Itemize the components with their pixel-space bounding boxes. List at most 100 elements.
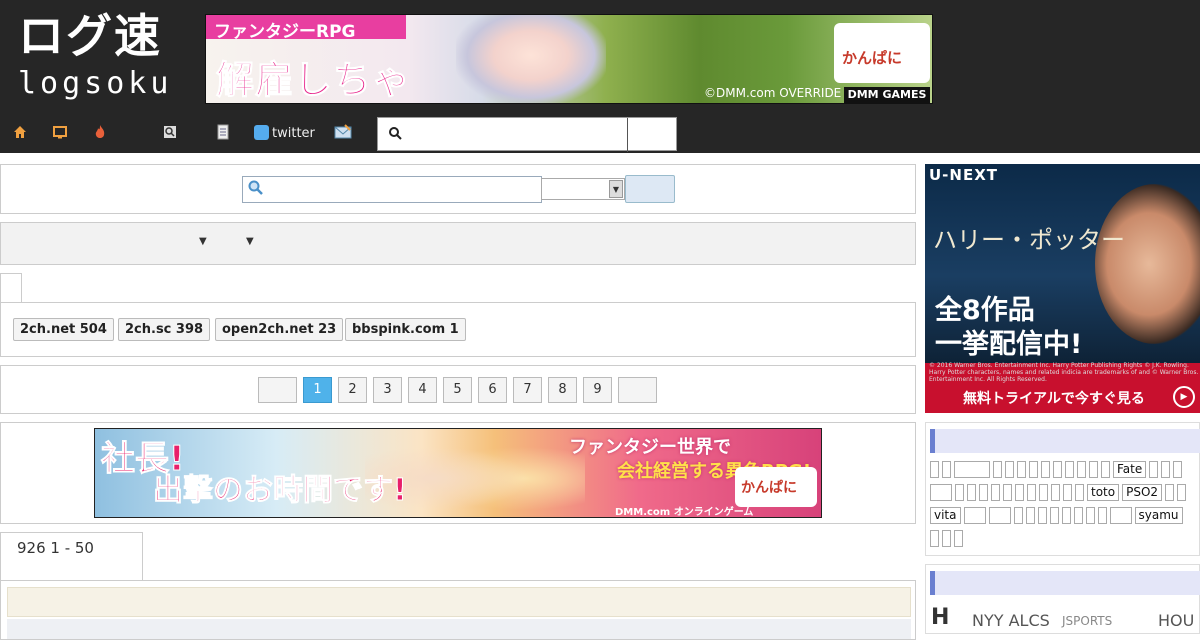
tag-item[interactable] [1029,461,1038,478]
tag-item[interactable] [1015,484,1024,501]
page-1[interactable]: 1 [303,377,332,403]
tag-item[interactable] [1063,484,1072,501]
tag-item[interactable] [1005,461,1014,478]
tag-item[interactable] [1089,461,1098,478]
fire-icon[interactable] [90,124,110,144]
tag-item[interactable] [954,530,963,547]
page-4[interactable]: 4 [408,377,437,403]
tag-item[interactable] [1065,461,1074,478]
tag-item[interactable] [1097,507,1107,524]
tag-item[interactable] [1061,507,1071,524]
tag-item[interactable] [1165,484,1175,501]
page-6[interactable]: 6 [478,377,507,403]
filter-dropdown-2-chevron-icon[interactable]: ▼ [246,236,254,247]
page-7[interactable]: 7 [513,377,542,403]
tag-item[interactable] [1039,484,1048,501]
banner-headline: 解雇しちゃ [215,58,412,103]
tag-item[interactable] [930,461,939,478]
page-9[interactable]: 9 [583,377,612,403]
pagination-next[interactable] [618,377,657,403]
top-ad-banner[interactable]: ファンタジーRPG 解雇しちゃ かんぱに ©DMM.com OVERRIDE D… [205,14,933,104]
side-news-item-2[interactable]: JSPORTS [1062,614,1112,628]
tag-item[interactable] [1017,461,1026,478]
tag-item[interactable] [1053,461,1062,478]
tag-item[interactable] [1013,507,1023,524]
page-5[interactable]: 5 [443,377,472,403]
side-tag-cloud: Fate toto PSO2 vita syamu [925,422,1200,556]
tag-item[interactable] [1085,507,1095,524]
table-row[interactable] [7,587,911,617]
header-search-icon [388,126,402,144]
tag-item[interactable] [1003,484,1012,501]
tag-item[interactable] [988,507,1011,524]
pagination-prev[interactable] [258,377,297,403]
tag-item[interactable] [942,461,951,478]
main-search-input[interactable] [242,176,542,203]
tag-item[interactable] [979,484,988,501]
side-ad-cta: 無料トライアルで今すぐ見る [963,391,1145,407]
tag-pso2[interactable]: PSO2 [1122,484,1163,501]
home-icon[interactable] [10,124,30,144]
results-tab[interactable]: 926 1 - 50 [0,532,143,581]
filter-bar [0,222,916,265]
tag-item[interactable] [1109,507,1132,524]
page-2[interactable]: 2 [338,377,367,403]
header-search-input[interactable] [377,117,677,152]
side-news-item-1[interactable]: NYY ALCS [972,611,1050,630]
tag-toto[interactable]: toto [1087,484,1120,501]
board-chip-bbspink[interactable]: bbspink.com 1 [345,318,466,341]
tag-item[interactable] [1051,484,1060,501]
tag-item[interactable] [1049,507,1059,524]
tag-item[interactable] [1025,507,1035,524]
page-3[interactable]: 3 [373,377,402,403]
tag-item[interactable] [955,484,964,501]
mid-banner-line3: ファンタジー世界で [569,437,731,458]
side-news-item-3[interactable]: HOU [1158,611,1194,630]
tag-item[interactable] [1161,461,1171,478]
tag-syamu[interactable]: syamu [1134,507,1183,524]
search-button[interactable] [625,175,675,203]
tag-item[interactable] [1101,461,1110,478]
list-icon[interactable] [213,124,233,144]
table-row[interactable] [7,619,911,639]
monitor-icon[interactable] [50,124,70,144]
tag-item[interactable] [930,530,939,547]
main-search-icon [248,180,264,200]
board-tab[interactable] [0,273,22,302]
filter-dropdown-1-chevron-icon[interactable]: ▼ [199,236,207,247]
tag-item[interactable] [963,507,986,524]
board-chip-2ch-net[interactable]: 2ch.net 504 [13,318,114,341]
board-chip-2ch-sc[interactable]: 2ch.sc 398 [118,318,211,341]
twitter-icon [254,125,269,140]
search-scope-select[interactable]: ▼ [541,178,625,200]
mid-ad-banner[interactable]: 社長! 出撃のお時間です! ファンタジー世界で 会社経営する異色RPG! かんぱ… [94,428,822,518]
tag-item[interactable] [1075,484,1084,501]
tag-item[interactable] [930,484,952,501]
tag-fate[interactable]: Fate [1113,461,1147,478]
board-chip-open2ch-net[interactable]: open2ch.net 23 [215,318,344,341]
tag-item[interactable] [967,484,976,501]
tag-item[interactable] [1149,461,1159,478]
tag-item[interactable] [942,530,951,547]
mid-banner-logo: かんぱに [735,467,817,507]
side-ad-banner[interactable]: U-NEXT ハリー・ポッター 全8作品 一挙配信中! © 2016 Warne… [925,164,1200,413]
mid-banner-line2: 出撃のお時間です! [153,473,408,509]
side-tags-header [930,429,1200,453]
page-8[interactable]: 8 [548,377,577,403]
tag-item[interactable] [1037,507,1047,524]
site-logo[interactable]: ログ速 logsoku [18,12,188,100]
tag-item[interactable] [1041,461,1050,478]
search-icon[interactable] [160,124,180,144]
twitter-link[interactable]: twitter [254,124,315,144]
tag-item[interactable] [1027,484,1036,501]
tag-vita[interactable]: vita [930,507,961,524]
tag-item[interactable] [1177,484,1187,501]
tag-item[interactable] [1077,461,1086,478]
tag-item[interactable] [993,461,1002,478]
tag-item[interactable] [954,461,990,478]
tag-item[interactable] [1173,461,1183,478]
chevron-down-icon: ▼ [609,180,623,198]
tag-item[interactable] [1073,507,1083,524]
tag-item[interactable] [991,484,1000,501]
mail-icon[interactable] [333,124,353,144]
